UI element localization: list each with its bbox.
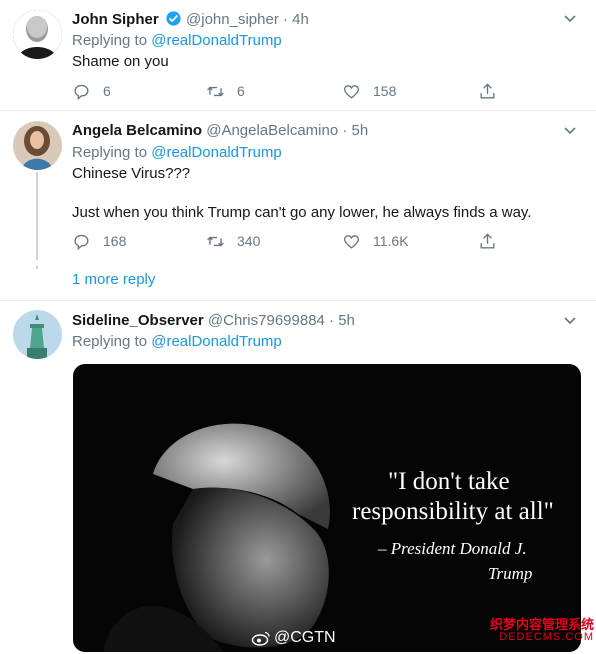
chevron-down-icon[interactable] — [562, 10, 578, 26]
thread-line-dots — [36, 266, 38, 269]
author-handle[interactable]: @AngelaBelcamino — [206, 122, 338, 139]
quote-attribution: – President Donald J. — [378, 539, 527, 558]
avatar[interactable] — [13, 310, 62, 359]
tweet-header: Sideline_Observer @Chris79699884 · 5h — [72, 312, 355, 329]
mention-link[interactable]: @realDonaldTrump — [151, 144, 282, 161]
tweet-header: Angela Belcamino @AngelaBelcamino · 5h — [72, 122, 368, 139]
author-handle[interactable]: @john_sipher — [186, 11, 279, 28]
avatar-image — [13, 121, 62, 170]
share-button[interactable] — [478, 81, 497, 101]
replying-to: Replying to @realDonaldTrump — [72, 333, 282, 350]
image-source-watermark: @CGTN — [251, 629, 336, 647]
image-source-label: @CGTN — [274, 629, 336, 646]
replying-to-label: Replying to — [72, 333, 148, 350]
tweet-header: John Sipher @john_sipher · 4h — [72, 10, 309, 28]
quote-line: "I don't take — [388, 468, 510, 495]
chevron-down-icon[interactable] — [562, 122, 578, 138]
author-name[interactable]: Sideline_Observer — [72, 312, 204, 329]
share-icon — [480, 82, 495, 99]
retweet-count: 340 — [237, 233, 261, 249]
mention-link[interactable]: @realDonaldTrump — [151, 32, 282, 49]
thread-line — [36, 172, 38, 260]
avatar-image — [13, 10, 62, 59]
reply-icon — [74, 84, 89, 100]
like-icon — [343, 234, 360, 249]
like-count: 158 — [373, 83, 397, 99]
mention-link[interactable]: @realDonaldTrump — [151, 333, 282, 350]
retweet-icon — [207, 86, 224, 96]
author-name[interactable]: John Sipher — [72, 11, 159, 28]
replying-to-label: Replying to — [72, 144, 148, 161]
reply-button[interactable]: 6 — [72, 81, 111, 101]
replying-to: Replying to @realDonaldTrump — [72, 144, 282, 161]
tweet-text: Shame on you — [72, 53, 169, 70]
chevron-down-icon[interactable] — [562, 312, 578, 328]
watermark-line1: 织梦内容管理系统 — [489, 617, 594, 632]
like-count: 11.6K — [373, 233, 409, 249]
avatar[interactable] — [13, 121, 62, 170]
share-button[interactable] — [478, 231, 497, 251]
retweet-button[interactable]: 6 — [206, 81, 245, 101]
share-icon — [480, 232, 495, 249]
reply-count: 6 — [103, 83, 111, 99]
like-icon — [343, 84, 360, 99]
separator-dot: · — [329, 312, 335, 329]
watermark-line2: DEDECMS.COM — [499, 631, 594, 643]
avatar-image — [13, 310, 62, 359]
timestamp[interactable]: 5h — [338, 312, 355, 329]
avatar[interactable] — [13, 10, 62, 59]
retweet-count: 6 — [237, 83, 245, 99]
separator-dot: · — [283, 11, 288, 28]
like-button[interactable]: 158 — [342, 81, 396, 101]
replying-to: Replying to @realDonaldTrump — [72, 32, 282, 49]
separator-dot: · — [342, 122, 348, 139]
tweet-actions: 6 6 158 — [72, 81, 512, 101]
verified-badge-icon — [166, 11, 181, 26]
like-button[interactable]: 11.6K — [342, 231, 409, 251]
timestamp[interactable]: 4h — [292, 11, 309, 28]
weibo-icon — [251, 631, 270, 646]
retweet-button[interactable]: 340 — [206, 231, 260, 251]
timestamp[interactable]: 5h — [352, 122, 369, 139]
retweet-icon — [207, 236, 224, 246]
quote-attribution: Trump — [488, 564, 533, 583]
quote-line: responsibility at all" — [352, 498, 554, 525]
author-handle[interactable]: @Chris79699884 — [208, 312, 325, 329]
site-watermark: 织梦内容管理系统 DEDECMS.COM — [490, 618, 594, 644]
reply-button[interactable]: 168 — [72, 231, 126, 251]
reply-count: 168 — [103, 233, 127, 249]
tweet-actions: 168 340 11.6K — [72, 231, 512, 251]
tweet-text-paragraph: Just when you think Trump can't go any l… — [72, 204, 532, 221]
reply-icon — [74, 234, 89, 250]
tweet-john-sipher[interactable]: John Sipher @john_sipher · 4h Replying t… — [0, 0, 596, 110]
replying-to-label: Replying to — [72, 32, 148, 49]
tweet-media-image[interactable]: "I don't take responsibility at all" – P… — [73, 364, 581, 652]
tweet-text: Chinese Virus??? — [72, 165, 191, 182]
more-replies-link[interactable]: 1 more reply — [72, 271, 155, 288]
author-name[interactable]: Angela Belcamino — [72, 122, 202, 139]
